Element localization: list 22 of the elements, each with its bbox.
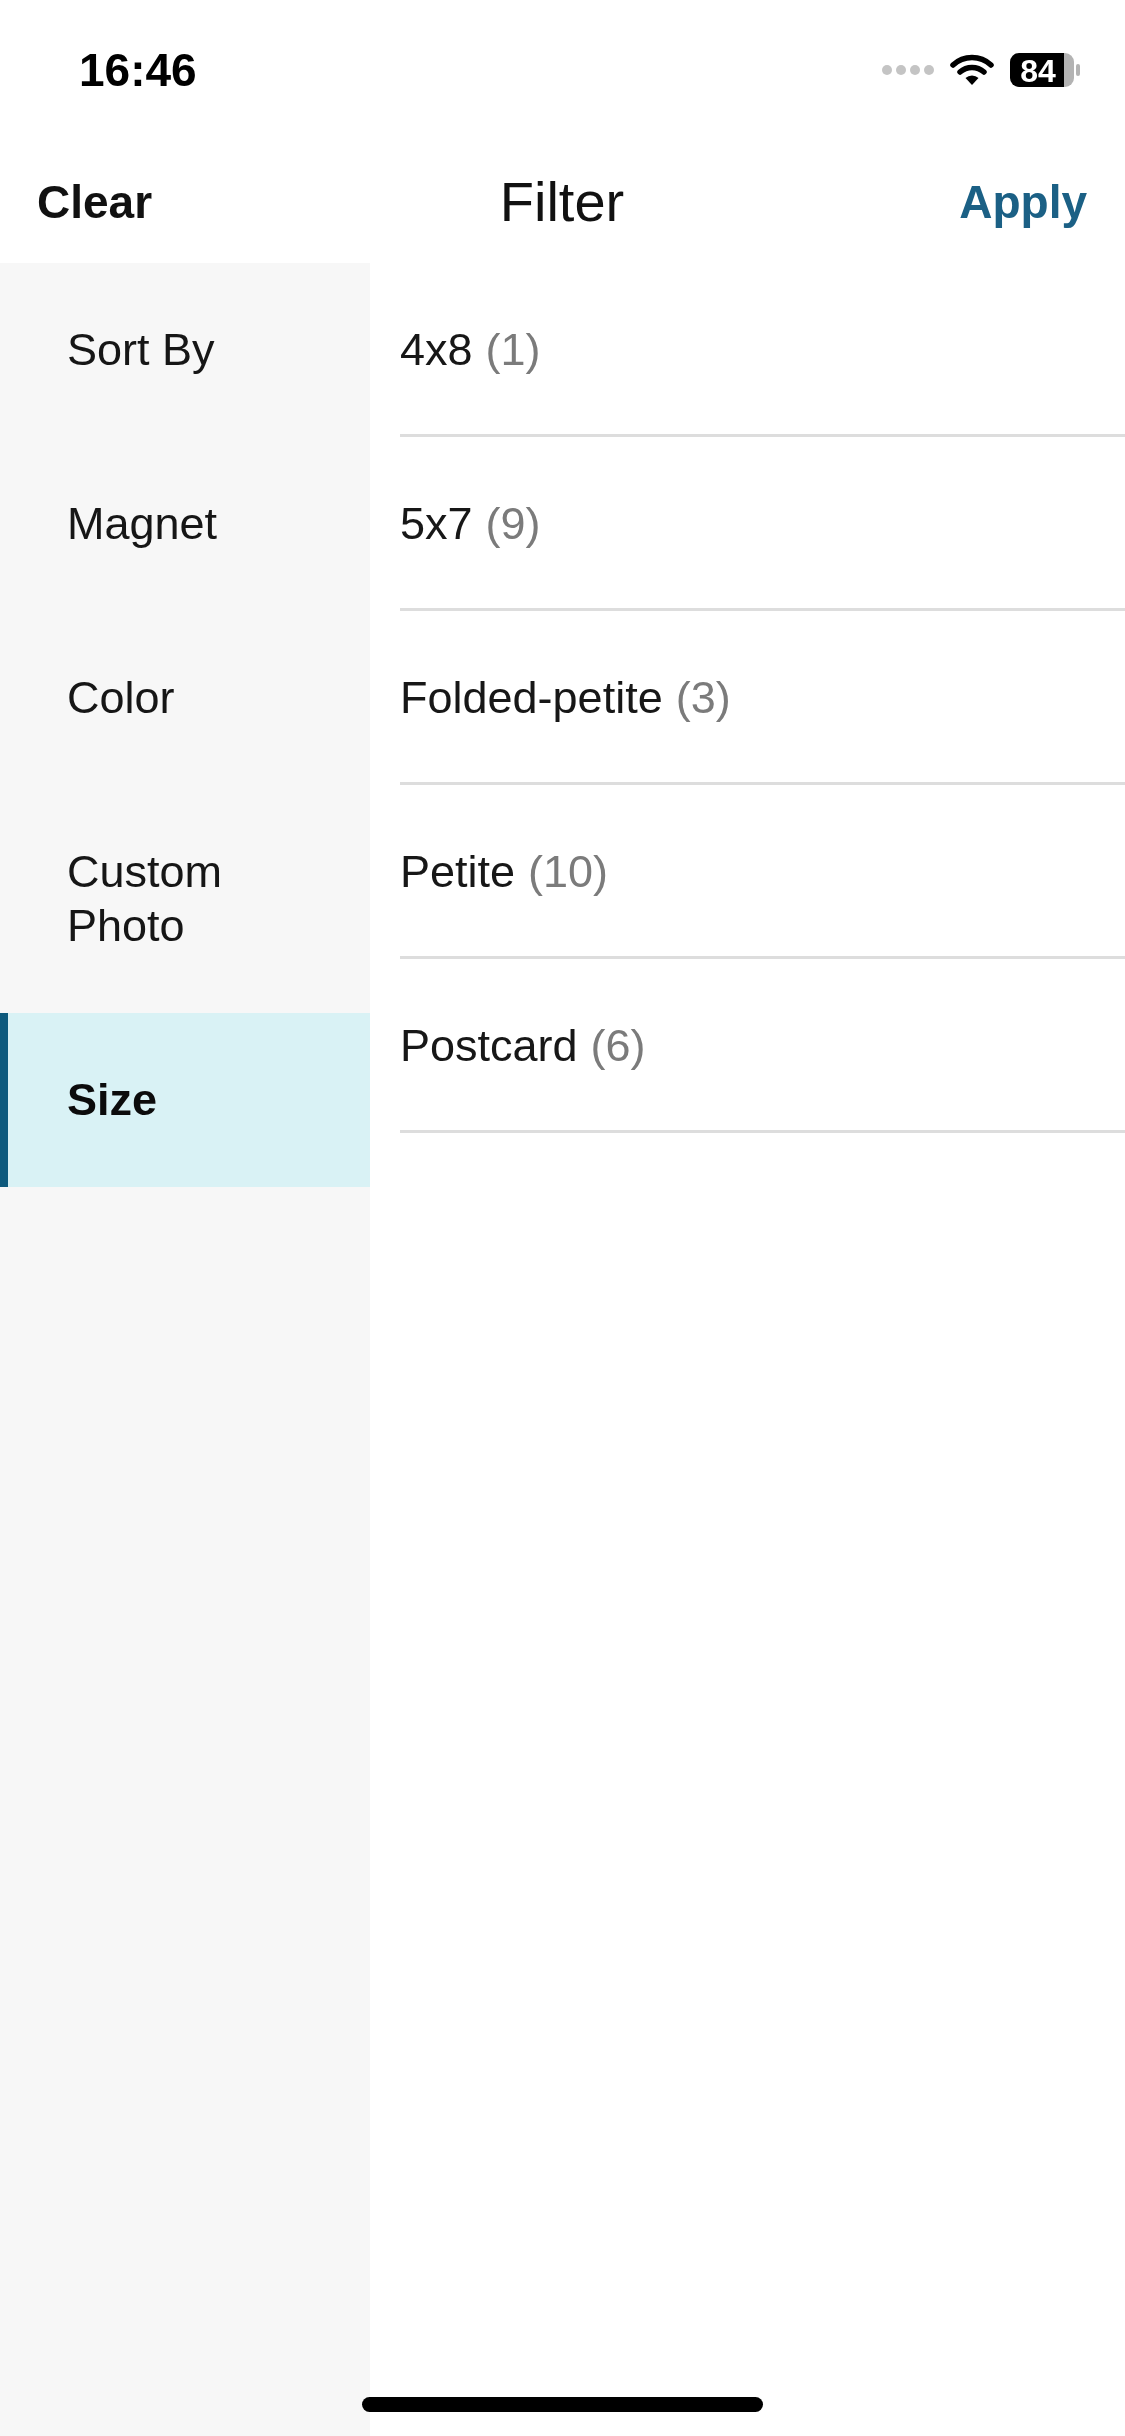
option-label[interactable]: Postcard <box>400 1019 578 1073</box>
status-time: 16:46 <box>79 47 197 93</box>
option-label[interactable]: 4x8 <box>400 323 473 377</box>
option-label[interactable]: Petite <box>400 845 516 899</box>
apply-button[interactable]: Apply <box>959 174 1087 229</box>
clear-button[interactable]: Clear <box>37 174 153 229</box>
filter-category-tab[interactable]: Color <box>0 611 370 785</box>
option-count: (1) <box>485 323 541 377</box>
filter-category-tab[interactable]: Magnet <box>0 437 370 611</box>
filter-category-tab[interactable]: Sort By <box>0 263 370 437</box>
option-count: (3) <box>675 671 731 725</box>
option-count: (10) <box>528 845 609 899</box>
cellular-signal-icon <box>882 65 934 75</box>
filter-category-tab[interactable]: Size <box>0 1013 370 1187</box>
wifi-icon <box>949 54 995 86</box>
battery-indicator: 84 <box>1010 53 1080 87</box>
screen-title: Filter <box>499 169 625 234</box>
option-count: (6) <box>590 1019 646 1073</box>
option-label[interactable]: 5x7 <box>400 497 473 551</box>
option-count: (9) <box>485 497 541 551</box>
option-label[interactable]: Folded-petite <box>400 671 663 725</box>
filter-category-tab[interactable]: Custom Photo <box>0 785 370 1013</box>
